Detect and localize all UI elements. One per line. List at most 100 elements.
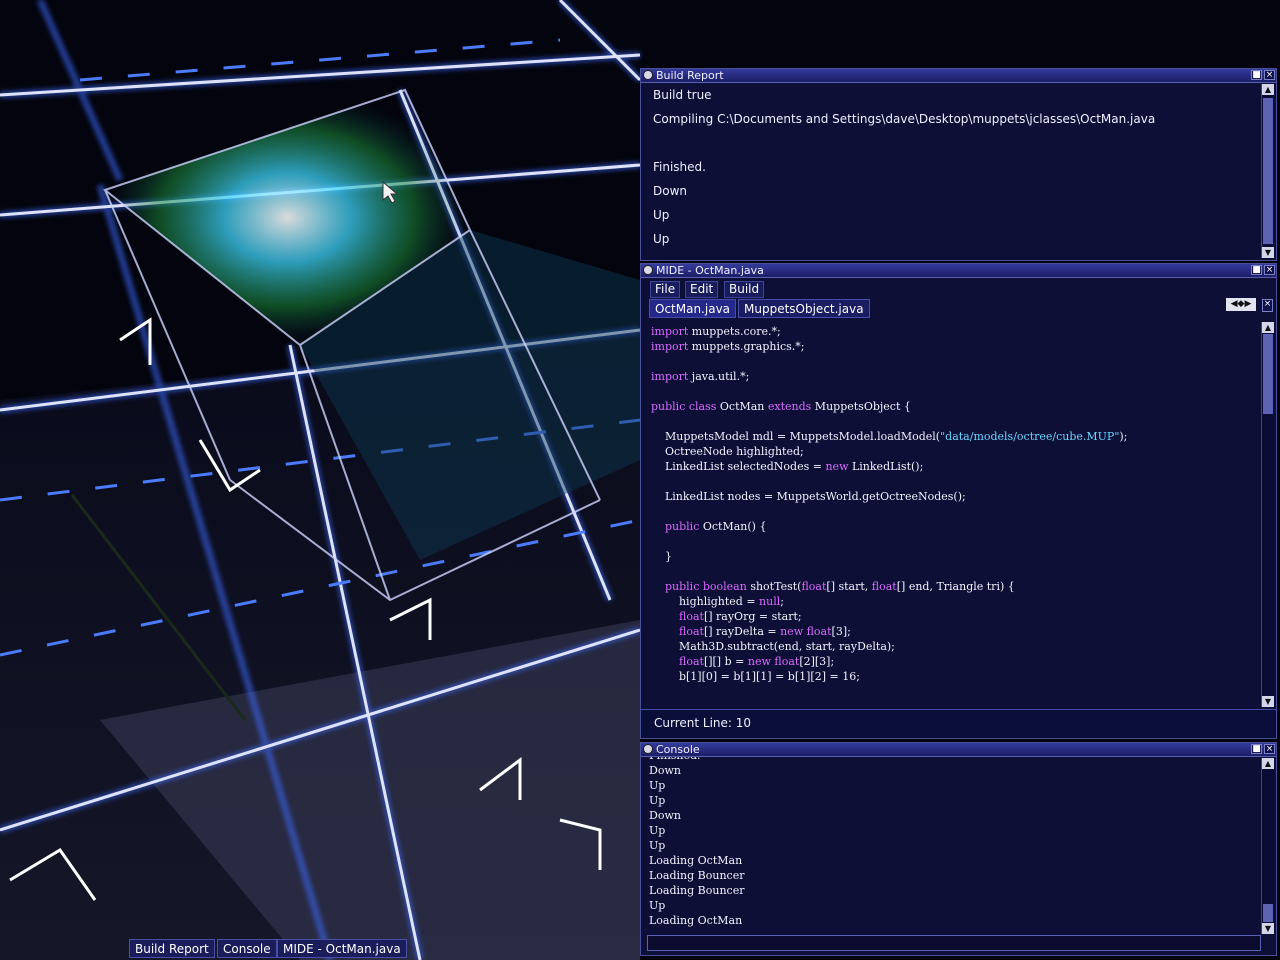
console-line: Loading Bouncer — [649, 869, 745, 882]
taskbar-console[interactable]: Console — [217, 939, 277, 958]
code-token: LinkedList nodes = MuppetsWorld.getOctre… — [651, 490, 966, 503]
code-line[interactable]: float[][] b = new float[2][3]; — [651, 654, 834, 669]
console-titlebar[interactable]: Console ■ × — [641, 743, 1276, 757]
code-token: [2][3]; — [799, 655, 835, 668]
code-token: OctMan() { — [699, 520, 767, 533]
code-token: [][] b = — [703, 655, 748, 668]
minimize-icon[interactable]: ■ — [1251, 744, 1262, 754]
menu-file[interactable]: File — [650, 281, 681, 298]
keyword-token: import — [651, 370, 689, 383]
minimize-icon[interactable]: ■ — [1251, 70, 1262, 80]
build-report-titlebar[interactable]: Build Report ■ × — [641, 69, 1276, 83]
muppets-logo-icon — [643, 70, 653, 80]
code-token: shotTest( — [746, 580, 802, 593]
code-line[interactable]: LinkedList nodes = MuppetsWorld.getOctre… — [651, 489, 966, 504]
code-token: ); — [1119, 430, 1128, 443]
mide-title: MIDE - OctMan.java — [656, 264, 764, 277]
tab-nav-arrows-icon[interactable]: ◀◆▶ — [1226, 298, 1256, 311]
code-token: } — [651, 550, 672, 563]
code-line[interactable]: LinkedList selectedNodes = new LinkedLis… — [651, 459, 923, 474]
code-line[interactable]: public OctMan() { — [651, 519, 766, 534]
taskbar-build-report[interactable]: Build Report — [129, 939, 215, 958]
close-tab-icon[interactable]: × — [1262, 299, 1273, 312]
code-token: [] start, — [826, 580, 872, 593]
arrow-down-icon[interactable]: ▼ — [1262, 923, 1274, 934]
minimize-icon[interactable]: ■ — [1251, 265, 1262, 275]
scrollbar-thumb[interactable] — [1263, 98, 1273, 244]
console-input[interactable] — [647, 935, 1261, 951]
console-line: Loading OctMan — [649, 914, 743, 927]
console-title: Console — [656, 743, 700, 756]
code-line[interactable]: float[] rayOrg = start; — [651, 609, 802, 624]
scrollbar-thumb[interactable] — [1263, 334, 1273, 414]
code-line[interactable]: public class OctMan extends MuppetsObjec… — [651, 399, 911, 414]
close-icon[interactable]: × — [1264, 265, 1275, 275]
build-report-scrollbar[interactable]: ▲ ▼ — [1261, 84, 1274, 258]
report-line: Down — [653, 184, 688, 198]
arrow-up-icon[interactable]: ▲ — [1262, 322, 1274, 333]
close-icon[interactable]: × — [1264, 70, 1275, 80]
report-line: Up — [653, 208, 670, 222]
console-line: Finished. — [649, 757, 701, 762]
keyword-token: public class — [651, 400, 717, 413]
report-line: Up — [653, 232, 670, 246]
code-token: LinkedList(); — [848, 460, 924, 473]
editor-scrollbar[interactable]: ▲ ▼ — [1261, 322, 1274, 707]
console-line: Loading Bouncer — [649, 884, 745, 897]
code-token: [] end, Triangle tri) { — [896, 580, 1015, 593]
arrow-up-icon[interactable]: ▲ — [1262, 758, 1274, 769]
taskbar-mide[interactable]: MIDE - OctMan.java — [277, 939, 407, 958]
keyword-token: float — [871, 580, 897, 593]
keyword-token: null — [759, 595, 781, 608]
code-line[interactable]: MuppetsModel mdl = MuppetsModel.loadMode… — [651, 429, 1127, 444]
arrow-down-icon[interactable]: ▼ — [1262, 247, 1274, 258]
code-token: OctMan — [716, 400, 768, 413]
keyword-token: public boolean — [665, 580, 747, 593]
string-token: "data/models/octree/cube.MUP" — [940, 430, 1120, 443]
keyword-token: new float — [780, 625, 832, 638]
code-line[interactable]: public boolean shotTest(float[] start, f… — [651, 579, 1015, 594]
console-line: Down — [649, 809, 681, 822]
menu-edit[interactable]: Edit — [685, 281, 719, 298]
current-line-status: Current Line: 10 — [654, 716, 752, 730]
mide-titlebar[interactable]: MIDE - OctMan.java ■ × — [641, 264, 1276, 278]
code-token: MuppetsObject { — [811, 400, 911, 413]
build-report-output: Build true Compiling C:\Documents and Se… — [641, 83, 1261, 261]
code-line[interactable]: float[] rayDelta = new float[3]; — [651, 624, 851, 639]
keyword-token: float — [678, 655, 704, 668]
keyword-token: float — [801, 580, 827, 593]
tab-octman-java[interactable]: OctMan.java — [649, 299, 737, 318]
console-line: Down — [649, 764, 681, 777]
arrow-up-icon[interactable]: ▲ — [1262, 84, 1274, 95]
code-token: ; — [780, 595, 784, 608]
code-line[interactable]: Math3D.subtract(end, start, rayDelta); — [651, 639, 895, 654]
tab-muppetsobject-java[interactable]: MuppetsObject.java — [738, 299, 870, 318]
keyword-token: public — [665, 520, 700, 533]
code-line[interactable]: import muppets.core.*; — [651, 324, 781, 339]
keyword-token: extends — [767, 400, 812, 413]
arrow-down-icon[interactable]: ▼ — [1262, 696, 1274, 707]
code-editor[interactable]: import muppets.core.*; import muppets.gra… — [651, 324, 1251, 700]
build-report-title: Build Report — [656, 69, 724, 82]
console-scrollbar[interactable]: ▲ ▼ — [1261, 758, 1274, 934]
code-line[interactable]: import java.util.*; — [651, 369, 749, 384]
scrollbar-thumb[interactable] — [1263, 904, 1273, 922]
code-line[interactable]: OctreeNode highlighted; — [651, 444, 804, 459]
menu-build[interactable]: Build — [724, 281, 765, 298]
keyword-token: float — [678, 625, 704, 638]
code-line[interactable]: highlighted = null; — [651, 594, 784, 609]
code-token: [] rayOrg = start; — [703, 610, 802, 623]
console-line: Up — [649, 794, 666, 807]
console-line: Up — [649, 779, 666, 792]
keyword-token: new float — [747, 655, 800, 668]
code-line[interactable]: b[1][0] = b[1][1] = b[1][2] = 16; — [651, 669, 860, 684]
console-line: Up — [649, 899, 666, 912]
code-line[interactable]: import muppets.graphics.*; — [651, 339, 804, 354]
close-icon[interactable]: × — [1264, 744, 1275, 754]
code-token: Math3D.subtract(end, start, rayDelta); — [651, 640, 895, 653]
code-line[interactable]: } — [651, 549, 672, 564]
code-line[interactable]: for (Iterator i = nodes.iterator(); i.ha… — [651, 699, 948, 700]
